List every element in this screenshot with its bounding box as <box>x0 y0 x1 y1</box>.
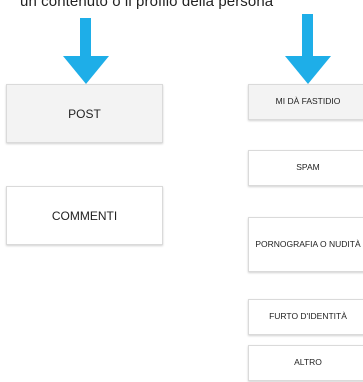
report-option-nudity[interactable]: PORNOGRAFIA O NUDITÀ <box>248 217 363 272</box>
post-button[interactable]: POST <box>6 84 163 143</box>
down-arrow-icon <box>63 18 109 84</box>
instruction-caption: un contenuto o il profilo della persona <box>20 0 274 10</box>
comments-button[interactable]: COMMENTI <box>6 186 163 245</box>
report-option-spam[interactable]: SPAM <box>248 150 363 186</box>
report-option-other[interactable]: ALTRO <box>248 345 363 381</box>
report-option-annoying[interactable]: MI DÀ FASTIDIO <box>248 84 363 120</box>
report-option-identity-theft[interactable]: FURTO D'IDENTITÀ <box>248 299 363 335</box>
down-arrow-icon <box>285 14 331 84</box>
tutorial-stage: un contenuto o il profilo della persona … <box>0 0 363 382</box>
